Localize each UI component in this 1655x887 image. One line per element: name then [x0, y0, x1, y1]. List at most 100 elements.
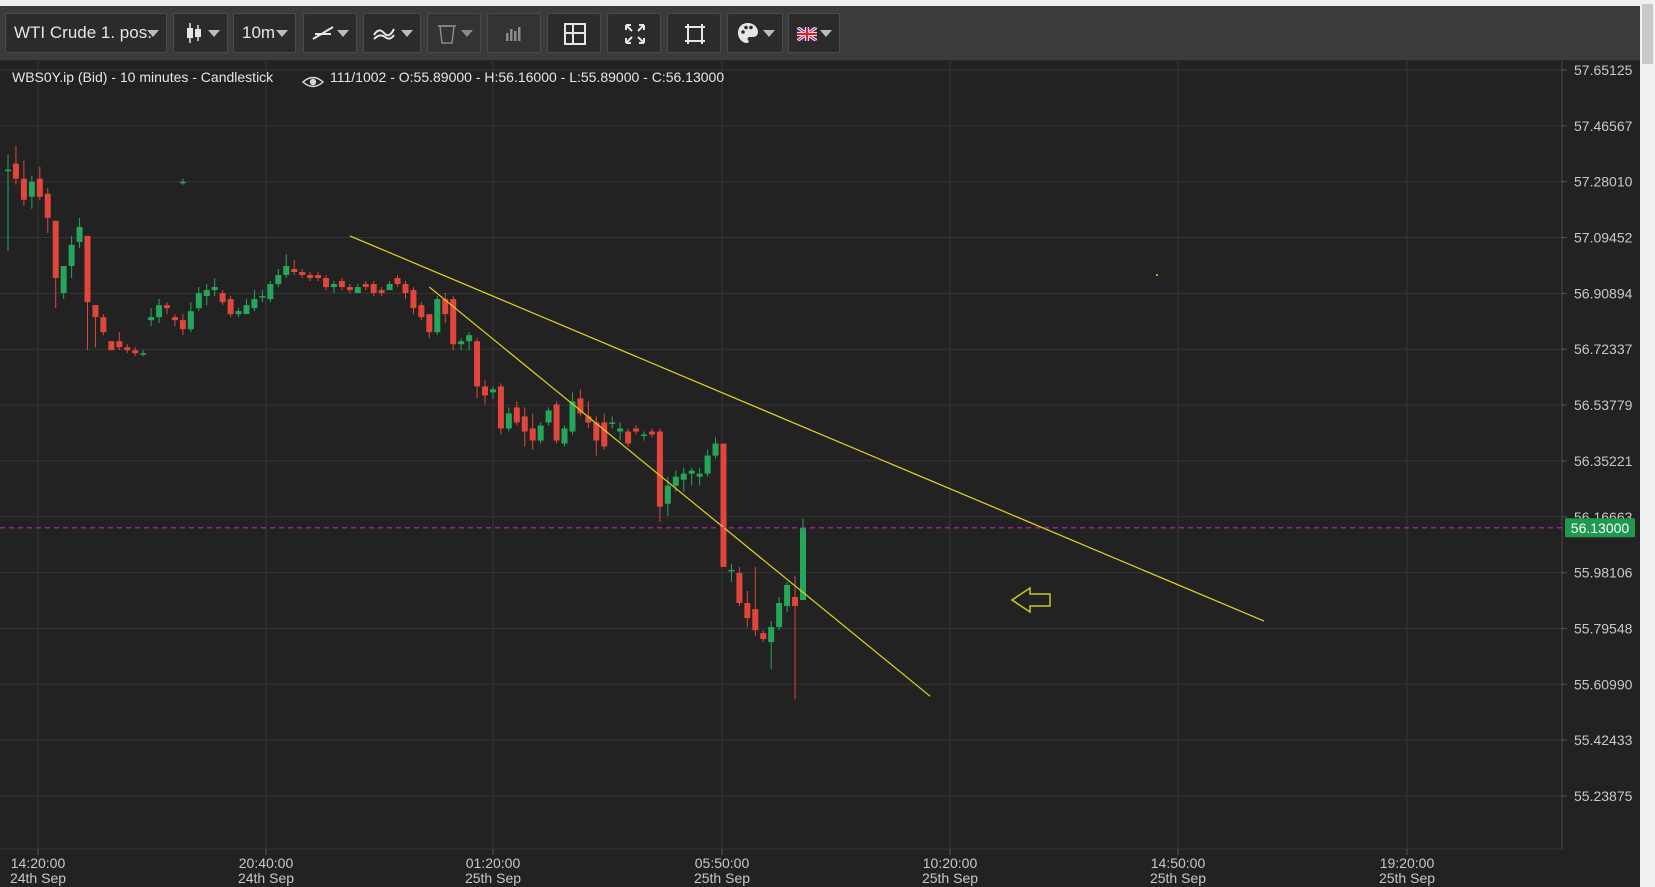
- candle: [426, 314, 433, 339]
- candle-body: [744, 603, 751, 619]
- price-axis-label: 56.53779: [1574, 397, 1633, 413]
- delete-dropdown[interactable]: [427, 13, 481, 53]
- candle: [418, 302, 425, 321]
- candle-body: [466, 335, 473, 342]
- price-axis-label: 55.23875: [1574, 788, 1633, 804]
- candle-body: [60, 265, 67, 294]
- trendline-layer[interactable]: [349, 235, 1265, 697]
- candle: [5, 154, 11, 251]
- instrument-dropdown[interactable]: WTI Crude 1. pos.: [5, 13, 167, 53]
- instrument-label: WTI Crude 1. pos.: [14, 23, 152, 42]
- candle: [482, 380, 488, 405]
- trendline[interactable]: [428, 286, 931, 697]
- candle: [164, 302, 170, 315]
- candle-body: [760, 633, 767, 640]
- candle-body: [505, 413, 512, 429]
- candle: [633, 425, 640, 435]
- fit-chart-button[interactable]: [607, 13, 661, 53]
- candle-body: [720, 443, 727, 567]
- candle: [44, 187, 51, 233]
- candle: [140, 350, 147, 357]
- candle: [680, 467, 687, 492]
- candle-body: [609, 422, 616, 424]
- candle-body: [195, 293, 202, 309]
- candle: [720, 443, 727, 567]
- language-dropdown[interactable]: [788, 13, 840, 53]
- candle: [171, 314, 178, 327]
- candle-body: [561, 428, 568, 444]
- price-chart[interactable]: 57.65125 57.46567 57.28010 57.09452 56.90894…: [0, 61, 1640, 887]
- candle: [792, 575, 799, 700]
- candle-body: [474, 341, 481, 387]
- candle-body: [243, 305, 250, 315]
- candle: [696, 467, 703, 486]
- interval-dropdown[interactable]: 10m: [233, 13, 296, 53]
- price-axis-label: 57.09452: [1574, 230, 1633, 246]
- crosshair-button[interactable]: [547, 13, 601, 53]
- price-axis-label: 56.72337: [1574, 341, 1633, 357]
- candle: [124, 344, 131, 354]
- candle-body: [736, 572, 743, 604]
- candle-body: [20, 178, 27, 200]
- price-axis-label: 55.60990: [1574, 676, 1633, 692]
- candle: [283, 253, 290, 279]
- candle: [458, 338, 465, 351]
- eye-icon[interactable]: [301, 76, 325, 88]
- candle-body: [171, 317, 178, 321]
- candle-body: [370, 284, 377, 294]
- candle: [52, 220, 59, 309]
- candle-body: [299, 272, 306, 276]
- time-axis-date: 25th Sep: [1379, 870, 1435, 886]
- candle: [617, 422, 624, 441]
- candle: [704, 449, 711, 477]
- crosshair-icon: [564, 23, 586, 45]
- chevron-down-icon: [763, 30, 775, 37]
- volume-button[interactable]: [487, 13, 541, 53]
- candle: [784, 581, 791, 613]
- candle: [474, 338, 481, 399]
- candle-body: [664, 485, 671, 504]
- candle-body: [418, 305, 425, 318]
- scrollbar-thumb[interactable]: [1642, 4, 1653, 64]
- trendline-anchor-dot: [1156, 274, 1158, 276]
- theme-dropdown[interactable]: [727, 13, 783, 53]
- time-axis-label: 01:20:00: [466, 855, 521, 871]
- indicators-dropdown[interactable]: [363, 13, 421, 53]
- time-axis-date: 25th Sep: [465, 870, 521, 886]
- price-axis: 57.65125 57.46567 57.28010 57.09452 56.90894…: [1562, 62, 1633, 804]
- candle-body: [187, 311, 194, 330]
- price-axis-label: 55.98106: [1574, 565, 1633, 581]
- time-axis-date: 25th Sep: [1150, 870, 1206, 886]
- candle-body: [482, 386, 488, 396]
- candle-body: [100, 317, 107, 333]
- candle: [378, 287, 385, 297]
- candle-body: [394, 278, 401, 285]
- vertical-scrollbar[interactable]: [1640, 0, 1655, 887]
- candle: [108, 341, 115, 351]
- candle-body: [402, 284, 409, 294]
- indicator-icon: [373, 28, 395, 40]
- candle: [609, 416, 616, 429]
- time-axis-label: 19:20:00: [1380, 855, 1435, 871]
- interval-label: 10m: [242, 23, 276, 42]
- candle: [20, 160, 27, 206]
- volume-icon: [506, 27, 521, 41]
- time-axis-date: 24th Sep: [10, 870, 66, 886]
- chevron-down-icon: [276, 30, 288, 37]
- candle: [259, 290, 266, 303]
- candle-body: [283, 265, 290, 276]
- candle: [505, 407, 512, 432]
- chevron-down-icon: [337, 30, 349, 37]
- drawing-tools-dropdown[interactable]: [303, 13, 357, 53]
- candle-body: [426, 314, 433, 333]
- time-axis-label: 20:40:00: [239, 855, 294, 871]
- candle-body: [768, 627, 775, 643]
- chart-type-dropdown[interactable]: [173, 13, 228, 53]
- candle-body: [12, 163, 19, 179]
- current-price-label: 56.13000: [1571, 520, 1630, 536]
- candle: [521, 407, 528, 447]
- candle: [800, 518, 806, 601]
- fullscreen-button[interactable]: [667, 13, 721, 53]
- candle-body: [52, 220, 59, 279]
- candle-body: [410, 290, 417, 309]
